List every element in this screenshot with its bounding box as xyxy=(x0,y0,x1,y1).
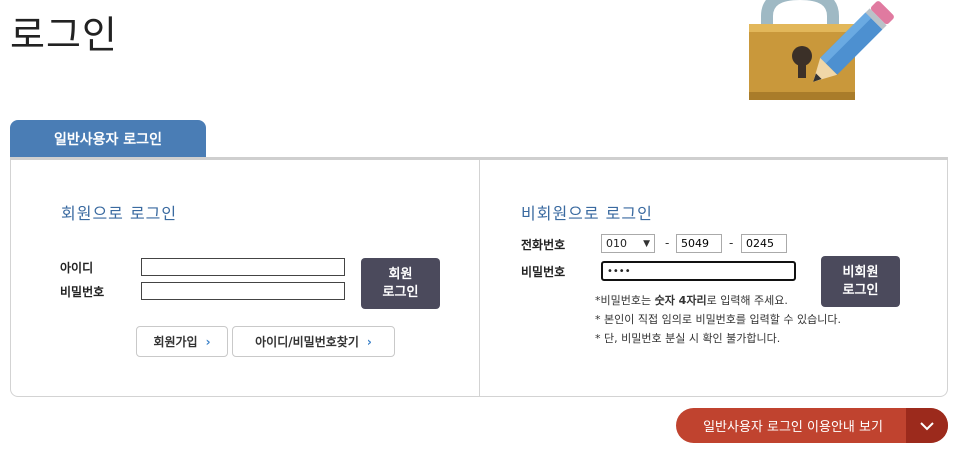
phone-prefix-value: 010 xyxy=(606,237,627,250)
member-login-title: 회원으로 로그인 xyxy=(61,204,178,223)
guest-login-button-line1: 비회원 xyxy=(842,264,879,280)
note-line: *비밀번호는 숫자 4자리로 입력해 주세요. xyxy=(595,294,788,307)
signup-button[interactable]: 회원가입 › xyxy=(136,326,228,357)
phone-mid-input[interactable] xyxy=(676,234,722,253)
lock-pencil-illustration xyxy=(749,0,894,100)
guest-login-title: 비회원으로 로그인 xyxy=(521,204,653,223)
page-title: 로그인 xyxy=(10,13,118,57)
member-pw-label: 비밀번호 xyxy=(60,285,105,299)
phone-dash: - xyxy=(729,236,734,250)
guest-pw-input[interactable]: •••• xyxy=(601,261,796,281)
phone-last-input[interactable] xyxy=(741,234,787,253)
member-login-button[interactable]: 회원 로그인 xyxy=(361,258,440,309)
phone-dash: - xyxy=(665,236,670,250)
guest-login-button-line2: 로그인 xyxy=(842,282,879,298)
tab-general-user-login[interactable]: 일반사용자 로그인 xyxy=(10,120,206,158)
find-account-button[interactable]: 아이디/비밀번호찾기 › xyxy=(232,326,395,357)
login-guide-button[interactable]: 일반사용자 로그인 이용안내 보기 xyxy=(676,408,948,443)
login-panel: 회원으로 로그인 아이디 비밀번호 회원 로그인 회원가입 › 아이디/비밀번호… xyxy=(10,160,948,397)
member-login-button-line2: 로그인 xyxy=(382,284,419,300)
login-guide-label: 일반사용자 로그인 이용안내 보기 xyxy=(703,420,883,435)
chevron-right-icon: › xyxy=(366,334,372,349)
guest-pw-label: 비밀번호 xyxy=(521,265,566,279)
signup-button-label: 회원가입 xyxy=(153,335,198,349)
member-id-input[interactable] xyxy=(141,258,345,276)
chevron-down-icon: ▼ xyxy=(643,238,650,249)
note-line: * 본인이 직접 임의로 비밀번호를 입력할 수 있습니다. xyxy=(595,313,841,326)
chevron-down-icon xyxy=(906,408,948,443)
note-line: * 단, 비밀번호 분실 시 확인 불가합니다. xyxy=(595,332,781,345)
member-pw-input[interactable] xyxy=(141,282,345,300)
guest-phone-label: 전화번호 xyxy=(521,238,566,252)
chevron-right-icon: › xyxy=(205,334,211,349)
guest-password-notes: *비밀번호는 숫자 4자리로 입력해 주세요. * 본인이 직접 임의로 비밀번… xyxy=(595,291,841,348)
member-id-label: 아이디 xyxy=(60,261,94,275)
member-login-button-line1: 회원 xyxy=(388,266,413,282)
panel-divider xyxy=(479,160,480,396)
find-account-button-label: 아이디/비밀번호찾기 xyxy=(255,335,359,349)
phone-prefix-select[interactable]: 010 ▼ xyxy=(601,234,655,253)
